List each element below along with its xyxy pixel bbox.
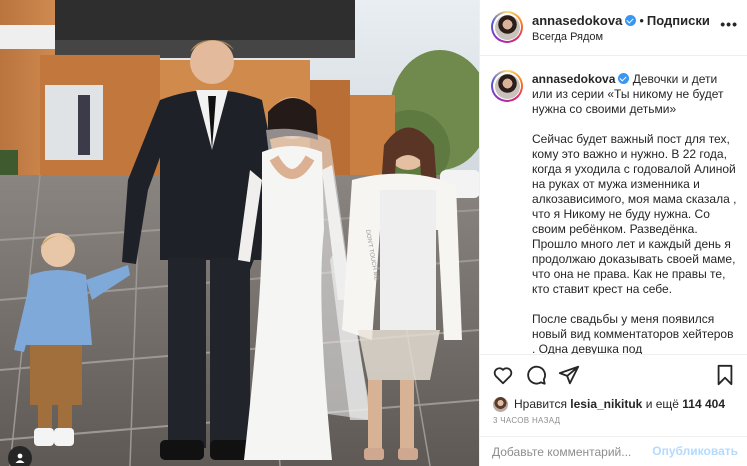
heart-icon[interactable] [492,364,514,386]
likes-connector: и ещё [645,397,679,411]
likes-prefix: Нравится [514,397,567,411]
comment-icon[interactable] [525,364,547,386]
wedding-photo-illustration: DON'T TOUCH ME [0,0,479,466]
caption-paragraph: Сейчас будет важный пост для тех, кому э… [532,132,737,296]
post-comment-button[interactable]: Опубликовать [652,444,738,458]
share-icon[interactable] [558,364,580,386]
save-icon[interactable] [714,364,736,386]
post-header: annasedokova • Подписки Всегда Рядом ••• [480,0,747,56]
verified-icon [618,73,630,84]
verified-icon [625,15,637,26]
caption-username[interactable]: annasedokova [532,72,615,86]
caption-avatar[interactable] [491,70,523,102]
add-comment-bar: Опубликовать [480,436,747,466]
author-username[interactable]: annasedokova [532,13,622,28]
more-options-icon[interactable]: ••• [720,16,738,32]
caption-paragraph: annasedokova Девочки и дети или из серии… [532,72,740,117]
comments-section[interactable]: annasedokova Девочки и дети или из серии… [480,57,747,354]
likes-count[interactable]: 114 404 [682,397,725,411]
author-avatar[interactable] [491,11,523,43]
post-caption: annasedokova Девочки и дети или из серии… [532,72,740,354]
user-tag-icon [15,453,25,463]
post-timestamp[interactable]: 3 часов назад [493,416,560,425]
post-actions-bar [480,354,747,392]
liker-avatar[interactable] [493,396,508,412]
caption-paragraph: После свадьбы у меня появился новый вид … [532,312,734,354]
follow-status-button[interactable]: Подписки [647,13,710,28]
post-photo[interactable]: DON'T TOUCH ME [0,0,479,466]
liker-username[interactable]: lesia_nikituk [570,397,642,411]
post-location[interactable]: Всегда Рядом [532,31,603,43]
post-side-panel: annasedokova • Подписки Всегда Рядом ••• a… [479,0,747,466]
dot-separator: • [639,13,644,28]
user-tag-button[interactable] [8,446,32,466]
author-line: annasedokova • Подписки [532,12,710,30]
likes-summary[interactable]: Нравится lesia_nikituk и ещё 114 404 [493,394,725,414]
comment-input[interactable] [492,443,672,461]
